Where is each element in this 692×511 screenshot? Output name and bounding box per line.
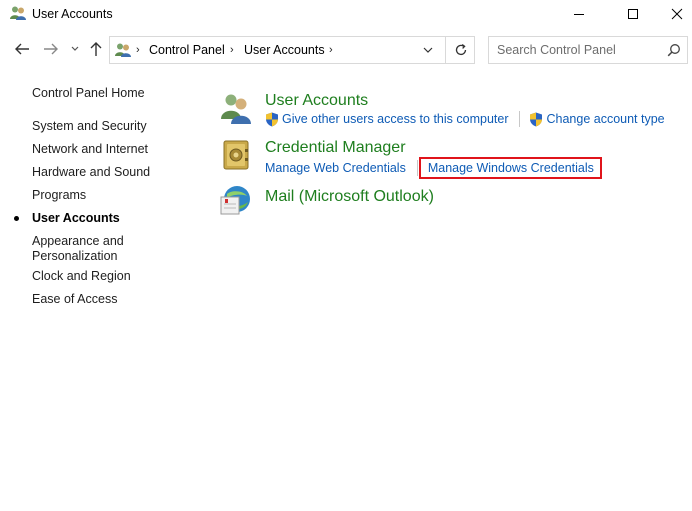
breadcrumb-control-panel[interactable]: Control Panel (149, 43, 225, 57)
arrow-left-icon (15, 43, 29, 55)
link-divider (416, 160, 418, 176)
refresh-icon (455, 43, 466, 56)
maximize-button[interactable] (610, 0, 656, 28)
address-dropdown-button[interactable] (416, 37, 440, 63)
uac-shield-icon (266, 112, 278, 126)
nav-system-and-security[interactable]: System and Security (32, 119, 147, 134)
nav-ease-of-access[interactable]: Ease of Access (32, 292, 117, 307)
arrow-right-icon (44, 43, 58, 55)
link-manage-windows-credentials[interactable]: Manage Windows Credentials (418, 157, 602, 179)
user-accounts-location-icon (115, 43, 131, 57)
minimize-button[interactable] (556, 0, 602, 28)
arrow-up-icon (90, 42, 102, 56)
chevron-down-icon (71, 46, 79, 51)
window-title: User Accounts (32, 7, 113, 21)
forward-button[interactable] (40, 38, 62, 60)
user-accounts-app-icon (10, 6, 26, 20)
close-button[interactable] (654, 0, 692, 28)
nav-network-and-internet[interactable]: Network and Internet (32, 142, 148, 157)
link-change-account-type[interactable]: Change account type (529, 112, 665, 127)
recent-locations-button[interactable] (69, 38, 81, 60)
breadcrumb-chevron-icon[interactable]: › (230, 44, 234, 56)
nav-appearance-line1: Appearance and (32, 234, 124, 248)
breadcrumb-chevron-icon[interactable]: › (329, 44, 333, 56)
up-button[interactable] (86, 38, 106, 60)
uac-shield-icon (530, 112, 543, 126)
users-icon[interactable] (219, 92, 253, 126)
address-bar[interactable]: › Control Panel › User Accounts › (109, 36, 475, 64)
active-item-bullet-icon (14, 216, 19, 221)
nav-user-accounts[interactable]: User Accounts (32, 211, 120, 226)
credential-manager-links: Manage Web Credentials Manage Windows Cr… (265, 157, 602, 179)
user-accounts-links: Give other users access to this computer… (265, 111, 665, 127)
category-heading-mail[interactable]: Mail (Microsoft Outlook) (265, 188, 434, 206)
chevron-down-icon (423, 47, 433, 53)
nav-programs[interactable]: Programs (32, 188, 86, 203)
breadcrumb-chevron-icon[interactable]: › (136, 44, 140, 56)
nav-appearance-and-personalization[interactable]: Appearance and Personalization (32, 234, 124, 264)
breadcrumb-user-accounts[interactable]: User Accounts (244, 43, 325, 57)
link-manage-web-credentials[interactable]: Manage Web Credentials (265, 161, 406, 175)
minimize-icon (574, 14, 584, 15)
link-give-other-users-access[interactable]: Give other users access to this computer (265, 112, 508, 127)
maximize-icon (628, 9, 638, 19)
title-bar: User Accounts (0, 0, 692, 28)
vault-icon[interactable] (219, 138, 253, 172)
nav-appearance-line2: Personalization (32, 249, 118, 263)
search-icon[interactable] (667, 43, 681, 57)
category-heading-user-accounts[interactable]: User Accounts (265, 92, 368, 110)
navigation-bar: › Control Panel › User Accounts › (0, 32, 692, 66)
refresh-button[interactable] (445, 37, 475, 63)
category-heading-credential-manager[interactable]: Credential Manager (265, 139, 406, 157)
nav-clock-and-region[interactable]: Clock and Region (32, 269, 131, 284)
close-icon (671, 8, 683, 20)
search-box[interactable] (488, 36, 688, 64)
nav-control-panel-home[interactable]: Control Panel Home (32, 86, 145, 101)
link-change-account-type-label: Change account type (546, 112, 665, 126)
nav-hardware-and-sound[interactable]: Hardware and Sound (32, 165, 150, 180)
search-input[interactable] (490, 38, 660, 62)
link-divider (519, 111, 521, 127)
link-give-other-users-access-label: Give other users access to this computer (282, 112, 509, 126)
back-button[interactable] (11, 38, 33, 60)
mail-icon[interactable] (219, 184, 253, 218)
